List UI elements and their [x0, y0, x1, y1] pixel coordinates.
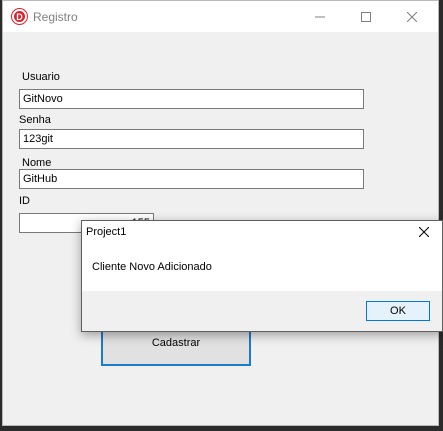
registro-window: D Registro Usuario Senha Nome ID Cadastr… — [2, 0, 439, 426]
app-icon: D — [12, 9, 27, 24]
dialog-title-bar[interactable]: Project1 — [82, 221, 442, 243]
maximize-icon — [361, 11, 371, 22]
minimize-button[interactable] — [297, 1, 343, 32]
message-dialog: Project1 Cliente Novo Adicionado OK — [81, 220, 443, 332]
dialog-message: Cliente Novo Adicionado — [92, 261, 212, 273]
senha-field[interactable] — [19, 129, 364, 149]
senha-label: Senha — [19, 114, 51, 126]
dialog-close-button[interactable] — [410, 221, 438, 243]
title-bar[interactable]: D Registro — [3, 1, 438, 32]
close-button[interactable] — [389, 1, 435, 32]
maximize-button[interactable] — [343, 1, 389, 32]
nome-label: Nome — [22, 157, 52, 169]
minimize-icon — [315, 16, 325, 17]
window-title: Registro — [33, 10, 78, 24]
usuario-field[interactable] — [19, 89, 364, 109]
close-icon — [419, 227, 429, 237]
close-icon — [407, 11, 417, 22]
dialog-title: Project1 — [86, 226, 127, 238]
usuario-label: Usuario — [22, 71, 60, 83]
nome-field[interactable] — [19, 169, 364, 189]
dialog-body: Cliente Novo Adicionado — [82, 243, 442, 291]
id-label: ID — [19, 195, 30, 207]
ok-button[interactable]: OK — [366, 301, 430, 321]
